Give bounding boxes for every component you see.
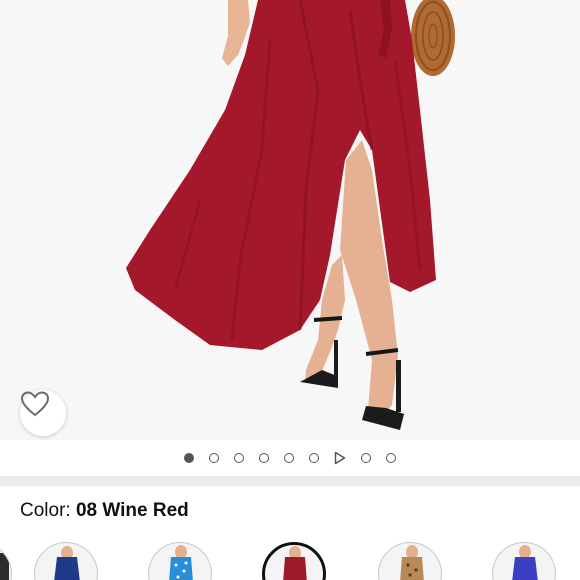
carousel-dot-3[interactable]	[234, 453, 244, 463]
swatch-navy-blue[interactable]	[34, 542, 98, 580]
product-image[interactable]	[0, 0, 580, 440]
image-carousel-indicator	[0, 440, 580, 476]
carousel-dot-5[interactable]	[284, 453, 294, 463]
carousel-dot-6[interactable]	[309, 453, 319, 463]
swatch-leopard[interactable]	[378, 542, 442, 580]
color-value: 08 Wine Red	[75, 500, 189, 521]
swatch-partial-left[interactable]	[0, 542, 12, 580]
section-divider	[0, 476, 580, 486]
swatch-royal-blue[interactable]	[492, 542, 556, 580]
color-selection-label: Color: 08 Wine Red	[20, 500, 189, 522]
carousel-dot-2[interactable]	[209, 453, 219, 463]
rattan-bag	[411, 0, 455, 76]
color-swatch-row	[0, 538, 580, 580]
swatch-wine-red[interactable]	[262, 542, 326, 580]
carousel-dot-8[interactable]	[361, 453, 371, 463]
video-play-icon[interactable]	[334, 451, 346, 465]
color-label: Color:	[20, 500, 71, 521]
heart-outline-icon	[20, 391, 50, 417]
carousel-dot-4[interactable]	[259, 453, 269, 463]
carousel-dot-1[interactable]	[184, 453, 194, 463]
swatch-blue-polka-dot[interactable]	[148, 542, 212, 580]
favorite-button[interactable]	[20, 390, 66, 436]
dress-photo	[126, 0, 455, 430]
carousel-dot-9[interactable]	[386, 453, 396, 463]
